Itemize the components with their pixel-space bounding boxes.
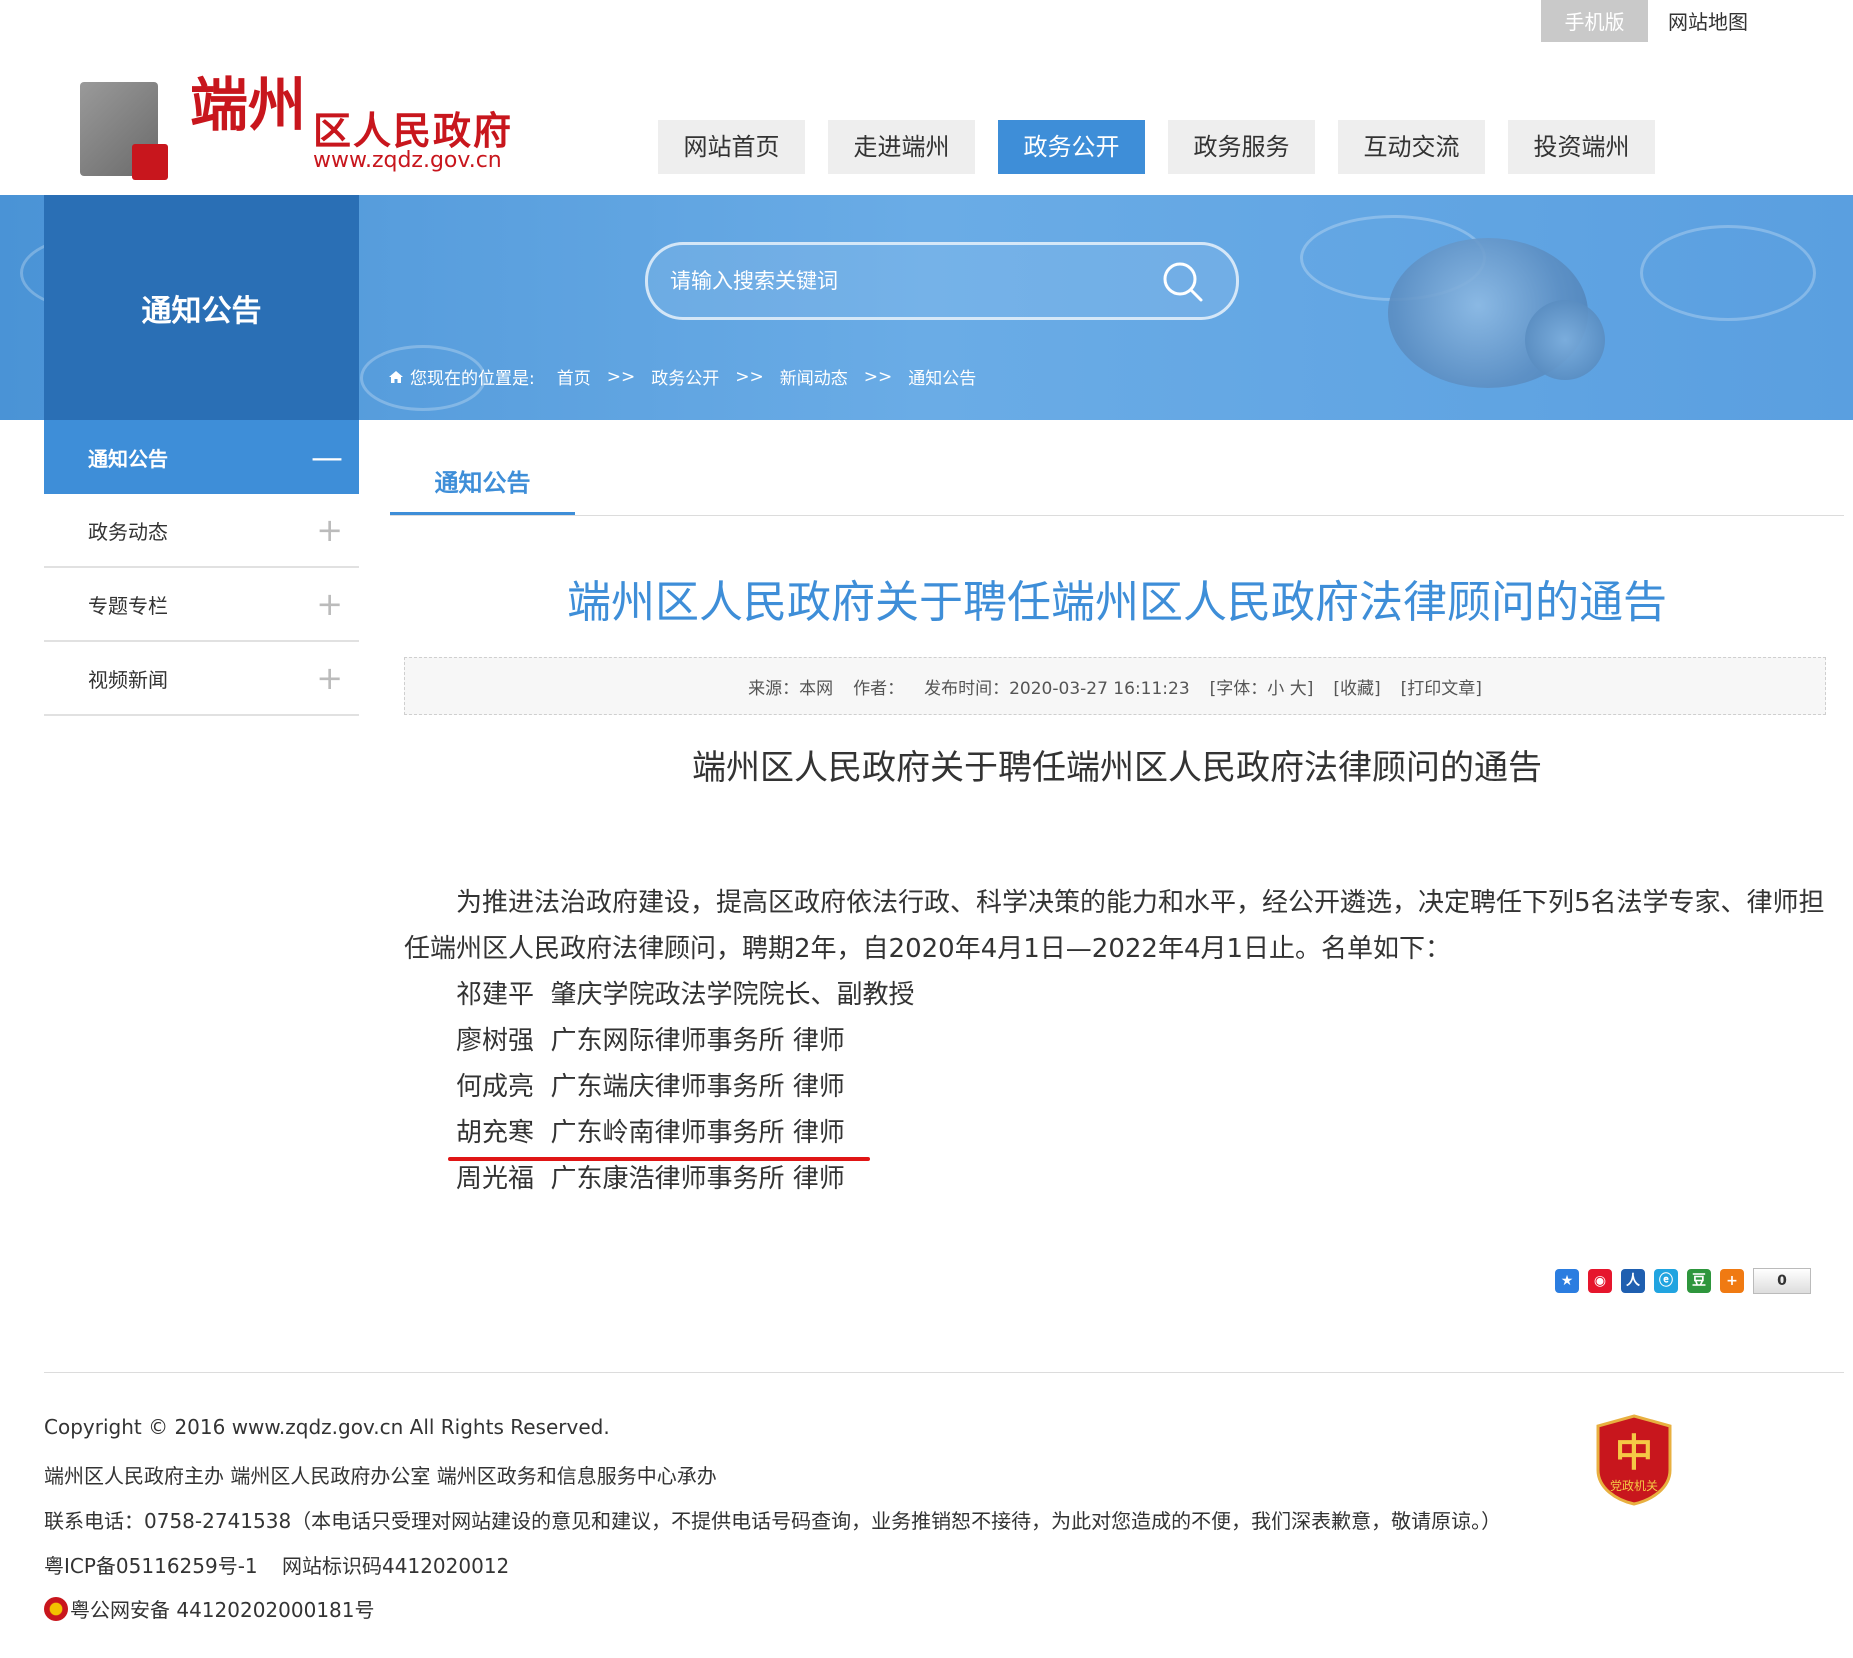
search-icon[interactable]: [1160, 259, 1206, 305]
nav-about[interactable]: 走进端州: [828, 120, 975, 174]
list-item: 胡充寒 广东岭南律师事务所 律师: [456, 1118, 845, 1148]
weibo-share-icon[interactable]: ◉: [1588, 1269, 1612, 1293]
share-count: 0: [1753, 1268, 1811, 1294]
main-nav: 网站首页 走进端州 政务公开 政务服务 互动交流 投资端州: [658, 120, 1655, 174]
expand-icon[interactable]: +: [316, 659, 343, 697]
article-author: 作者：: [853, 678, 905, 699]
expand-icon[interactable]: +: [316, 511, 343, 549]
footer-contact: 联系电话：0758-2741538（本电话只受理对网站建设的意见和建议，不提供电…: [44, 1509, 1502, 1533]
favorite-button[interactable]: [收藏]: [1333, 674, 1380, 699]
list-item: 何成亮 广东端庆律师事务所 律师: [456, 1072, 845, 1102]
logo-url: www.zqdz.gov.cn: [313, 148, 502, 173]
nav-investment[interactable]: 投资端州: [1508, 120, 1655, 174]
nav-services[interactable]: 政务服务: [1168, 120, 1315, 174]
breadcrumb-separator: >>: [863, 366, 893, 387]
font-size-toggle[interactable]: [字体：小 大]: [1210, 674, 1314, 699]
search-box: [645, 242, 1239, 320]
breadcrumb-news[interactable]: 新闻动态: [780, 364, 848, 389]
sidebar-item-label: 视频新闻: [88, 667, 168, 692]
footer-police-row[interactable]: 粤公网安备 44120202000181号: [44, 1594, 375, 1623]
breadcrumb-government-affairs[interactable]: 政务公开: [651, 364, 719, 389]
site-id: 网站标识码4412020012: [282, 1554, 510, 1578]
footer-divider: [44, 1372, 1844, 1373]
list-item: 廖树强 广东网际律师事务所 律师: [456, 1026, 845, 1056]
share-bar: ★ ◉ 人 ⓔ 豆 + 0: [1555, 1268, 1811, 1294]
list-item: 周光福 广东康浩律师事务所 律师: [456, 1164, 845, 1194]
more-share-icon[interactable]: +: [1720, 1269, 1744, 1293]
sitemap-link[interactable]: 网站地图: [1668, 6, 1748, 35]
search-input[interactable]: [668, 261, 1142, 301]
logo-calligraphy: 端州: [190, 71, 307, 139]
article-subtitle: 端州区人民政府关于聘任端州区人民政府法律顾问的通告: [692, 748, 1542, 788]
print-button[interactable]: [打印文章]: [1401, 674, 1482, 699]
sidebar-item-video-news[interactable]: 视频新闻 +: [44, 642, 359, 716]
footer-host: 端州区人民政府主办 端州区人民政府办公室 端州区政务和信息服务中心承办: [44, 1464, 717, 1488]
nav-home[interactable]: 网站首页: [658, 120, 805, 174]
footer-copyright: Copyright © 2016 www.zqdz.gov.cn All Rig…: [44, 1415, 610, 1439]
article-title: 端州区人民政府关于聘任端州区人民政府法律顾问的通告: [567, 577, 1667, 628]
article-source: 来源：本网: [748, 678, 834, 699]
tab-notices[interactable]: 通知公告: [390, 448, 575, 516]
breadcrumb-home[interactable]: 首页: [557, 364, 591, 389]
icp-link[interactable]: 粤ICP备05116259号-1: [44, 1554, 258, 1578]
sidebar-item-government-news[interactable]: 政务动态 +: [44, 494, 359, 568]
police-record[interactable]: 粤公网安备 44120202000181号: [70, 1598, 375, 1622]
renren-share-icon[interactable]: 人: [1621, 1269, 1645, 1293]
qzone-share-icon[interactable]: ★: [1555, 1269, 1579, 1293]
mobile-version-link[interactable]: 手机版: [1541, 0, 1648, 42]
breadcrumb-prefix: 您现在的位置是:: [410, 369, 535, 389]
expand-icon[interactable]: +: [316, 585, 343, 623]
sidebar-item-label: 通知公告: [88, 446, 168, 471]
logo-title: 区人民政府: [313, 108, 514, 153]
sidebar: 通知公告 — 政务动态 + 专题专栏 + 视频新闻 +: [44, 420, 359, 716]
section-title: 通知公告: [141, 294, 262, 329]
article-intro: 为推进法治政府建设，提高区政府依法行政、科学决策的能力和水平，经公开遴选，决定聘…: [404, 888, 1825, 964]
article-body: 为推进法治政府建设，提高区政府依法行政、科学决策的能力和水平，经公开遴选，决定聘…: [404, 880, 1830, 1202]
highlight-underline: [448, 1157, 870, 1161]
article-published-time: 发布时间：2020-03-27 16:11:23: [924, 678, 1190, 699]
breadcrumb-separator: >>: [735, 366, 764, 387]
site-logo[interactable]: 端州 区人民政府 www.zqdz.gov.cn: [80, 76, 520, 186]
sidebar-item-label: 政务动态: [88, 519, 168, 544]
collapse-icon[interactable]: —: [311, 438, 343, 476]
nav-government-affairs[interactable]: 政务公开: [998, 120, 1145, 174]
svg-text:中: 中: [1615, 1430, 1653, 1475]
article-meta: 来源：本网 作者： 发布时间：2020-03-27 16:11:23 [字体：小…: [404, 657, 1826, 715]
breadcrumb-notices[interactable]: 通知公告: [908, 364, 976, 389]
list-item: 祁建平 肇庆学院政法学院院长、副教授: [456, 980, 915, 1010]
douban-share-icon[interactable]: 豆: [1687, 1269, 1711, 1293]
sidebar-item-notices[interactable]: 通知公告 —: [44, 420, 359, 494]
sidebar-item-label: 专题专栏: [88, 593, 168, 618]
breadcrumb-separator: >>: [606, 366, 636, 387]
tab-divider: [390, 515, 1844, 516]
party-government-badge-icon[interactable]: 中 党政机关: [1594, 1414, 1674, 1506]
badge-label: 党政机关: [1610, 1478, 1658, 1493]
footer-icp-row: 粤ICP备05116259号-1 网站标识码4412020012: [44, 1550, 509, 1579]
breadcrumb: 您现在的位置是: 首页 >> 政务公开 >> 新闻动态 >> 通知公告: [388, 364, 976, 389]
inkstone-small-decoration-icon: [1525, 300, 1605, 380]
nav-interaction[interactable]: 互动交流: [1338, 120, 1485, 174]
sidebar-item-special-topics[interactable]: 专题专栏 +: [44, 568, 359, 642]
seal-icon: [132, 144, 168, 180]
tencent-weibo-share-icon[interactable]: ⓔ: [1654, 1269, 1678, 1293]
home-icon: [389, 370, 403, 383]
police-emblem-icon: [44, 1597, 68, 1621]
